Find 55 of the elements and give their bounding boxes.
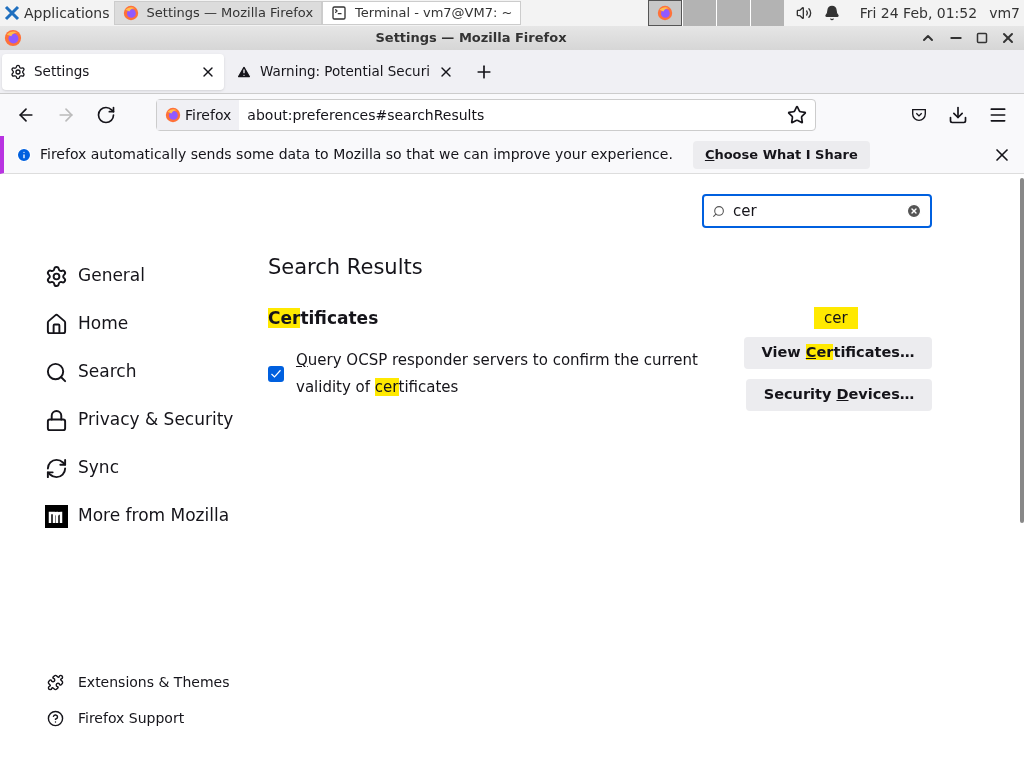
mozilla-m-icon bbox=[45, 504, 68, 528]
sidebar-item[interactable]: Sync bbox=[45, 444, 268, 492]
sidebar-item[interactable]: Home bbox=[45, 300, 268, 348]
clock: Fri 24 Feb, 01:52 bbox=[859, 3, 978, 23]
bookmark-star-icon[interactable] bbox=[787, 105, 807, 125]
search-icon bbox=[712, 204, 725, 218]
sidebar-item[interactable]: General bbox=[45, 252, 268, 300]
taskbar-window-button[interactable]: Terminal - vm7@VM7: ~ bbox=[322, 1, 522, 25]
help-icon bbox=[47, 709, 64, 727]
search-icon bbox=[45, 360, 68, 384]
clear-icon[interactable] bbox=[906, 203, 922, 219]
sidebar-link[interactable]: Firefox Support bbox=[45, 700, 268, 736]
volume-icon[interactable] bbox=[795, 5, 812, 21]
puzzle-icon bbox=[47, 673, 64, 691]
page-heading: Search Results bbox=[268, 254, 424, 281]
scrollbar-thumb[interactable] bbox=[1020, 178, 1024, 523]
sync-icon bbox=[45, 456, 68, 480]
firefox-logo-icon bbox=[165, 107, 181, 123]
sidebar-item[interactable]: Privacy & Security bbox=[45, 396, 268, 444]
notification-bell-icon[interactable] bbox=[823, 5, 840, 21]
terminal-icon bbox=[331, 5, 348, 21]
choose-what-i-share-button[interactable]: Choose What I Share bbox=[692, 140, 870, 169]
home-icon bbox=[45, 312, 68, 336]
taskbar-window-button[interactable]: Settings — Mozilla Firefox bbox=[113, 1, 323, 25]
address-field[interactable]: Firefox about:preferences#searchResults bbox=[156, 99, 816, 131]
gear-icon bbox=[10, 63, 26, 80]
close-icon[interactable] bbox=[1000, 30, 1016, 46]
applications-menu[interactable]: Applications bbox=[0, 0, 114, 26]
pocket-icon[interactable] bbox=[910, 106, 928, 124]
warning-icon bbox=[236, 63, 252, 80]
sidebar-item[interactable]: More from Mozilla bbox=[45, 492, 268, 540]
workspace-switcher[interactable] bbox=[647, 0, 784, 26]
firefox-logo-icon bbox=[656, 5, 673, 21]
info-icon bbox=[16, 146, 32, 163]
xfce-logo-icon bbox=[4, 5, 20, 21]
window-title: Settings — Mozilla Firefox bbox=[374, 29, 568, 48]
sidebar-item[interactable]: Search bbox=[45, 348, 268, 396]
checkbox[interactable] bbox=[268, 366, 284, 382]
identity-box[interactable]: Firefox bbox=[157, 100, 240, 130]
menu-icon[interactable] bbox=[988, 105, 1008, 125]
lock-icon bbox=[45, 408, 68, 432]
search-tooltip: cer bbox=[814, 307, 858, 329]
firefox-logo-icon bbox=[122, 5, 139, 21]
settings-button[interactable]: Security Devices… bbox=[746, 379, 932, 411]
gear-icon bbox=[45, 264, 68, 288]
user-name: vm7 bbox=[989, 3, 1020, 23]
search-field[interactable]: cer bbox=[702, 194, 932, 228]
maximize-icon[interactable] bbox=[976, 32, 988, 44]
download-icon[interactable] bbox=[948, 105, 968, 125]
notification-message: Firefox automatically sends some data to Mozilla so that we can improve your experience. bbox=[40, 145, 673, 164]
reload-icon[interactable] bbox=[96, 105, 116, 125]
browser-tab[interactable]: Warning: Potential Securi bbox=[228, 53, 462, 90]
browser-tab[interactable]: Settings bbox=[2, 53, 224, 90]
sidebar-link[interactable]: Extensions & Themes bbox=[45, 664, 268, 700]
firefox-logo-icon bbox=[4, 29, 22, 47]
